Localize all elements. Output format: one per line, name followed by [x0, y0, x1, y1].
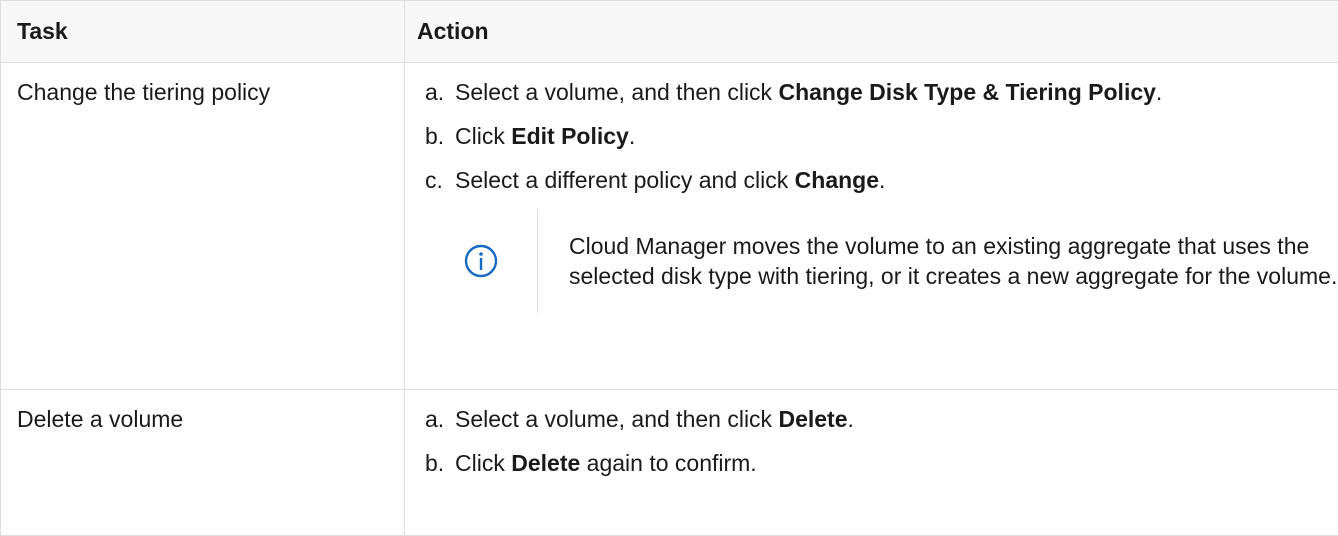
column-header-task: Task [1, 1, 405, 63]
list-item: b. Click Delete again to confirm. [425, 448, 1338, 478]
ui-element-name: Delete [511, 450, 580, 476]
step-marker: b. [425, 448, 455, 478]
step-text-plain: Select a volume, and then click [455, 406, 778, 432]
step-marker: a. [425, 77, 455, 107]
note-icon-column [425, 209, 538, 313]
list-item: c. Select a different policy and click C… [425, 165, 1338, 195]
list-item: a. Select a volume, and then click Delet… [425, 404, 1338, 434]
step-text: Click Delete again to confirm. [455, 448, 757, 478]
task-cell: Change the tiering policy [1, 63, 405, 390]
step-text-after: . [848, 406, 854, 432]
step-text-after: . [629, 123, 635, 149]
table-row: Change the tiering policy a. Select a vo… [1, 63, 1338, 390]
info-icon [464, 244, 498, 278]
note-text: Cloud Manager moves the volume to an exi… [538, 209, 1338, 313]
step-marker: b. [425, 121, 455, 151]
step-text-plain: Click [455, 450, 511, 476]
step-text: Select a volume, and then click Delete. [455, 404, 854, 434]
info-note: Cloud Manager moves the volume to an exi… [425, 209, 1338, 313]
step-text: Click Edit Policy. [455, 121, 635, 151]
column-header-action: Action [405, 1, 1338, 63]
ui-element-name: Edit Policy [511, 123, 629, 149]
list-item: a. Select a volume, and then click Chang… [425, 77, 1338, 107]
step-text-plain: Click [455, 123, 511, 149]
ui-element-name: Change [795, 167, 879, 193]
step-text-plain: Select a different policy and click [455, 167, 795, 193]
step-text: Select a volume, and then click Change D… [455, 77, 1162, 107]
step-text-plain: Select a volume, and then click [455, 79, 778, 105]
table-row: Delete a volume a. Select a volume, and … [1, 390, 1338, 536]
task-action-table: Task Action Change the tiering policy a.… [0, 0, 1338, 536]
step-text: Select a different policy and click Chan… [455, 165, 885, 195]
table-header-row: Task Action [1, 1, 1338, 63]
ui-element-name: Delete [778, 406, 847, 432]
action-cell: a. Select a volume, and then click Delet… [405, 390, 1338, 536]
step-text-after: . [879, 167, 885, 193]
step-marker: a. [425, 404, 455, 434]
list-item: b. Click Edit Policy. [425, 121, 1338, 151]
step-list: a. Select a volume, and then click Chang… [425, 77, 1338, 195]
ui-element-name: Change Disk Type & Tiering Policy [778, 79, 1155, 105]
task-cell: Delete a volume [1, 390, 405, 536]
action-cell: a. Select a volume, and then click Chang… [405, 63, 1338, 390]
step-text-after: again to confirm. [580, 450, 756, 476]
step-marker: c. [425, 165, 455, 195]
step-text-after: . [1156, 79, 1162, 105]
step-list: a. Select a volume, and then click Delet… [425, 404, 1338, 478]
